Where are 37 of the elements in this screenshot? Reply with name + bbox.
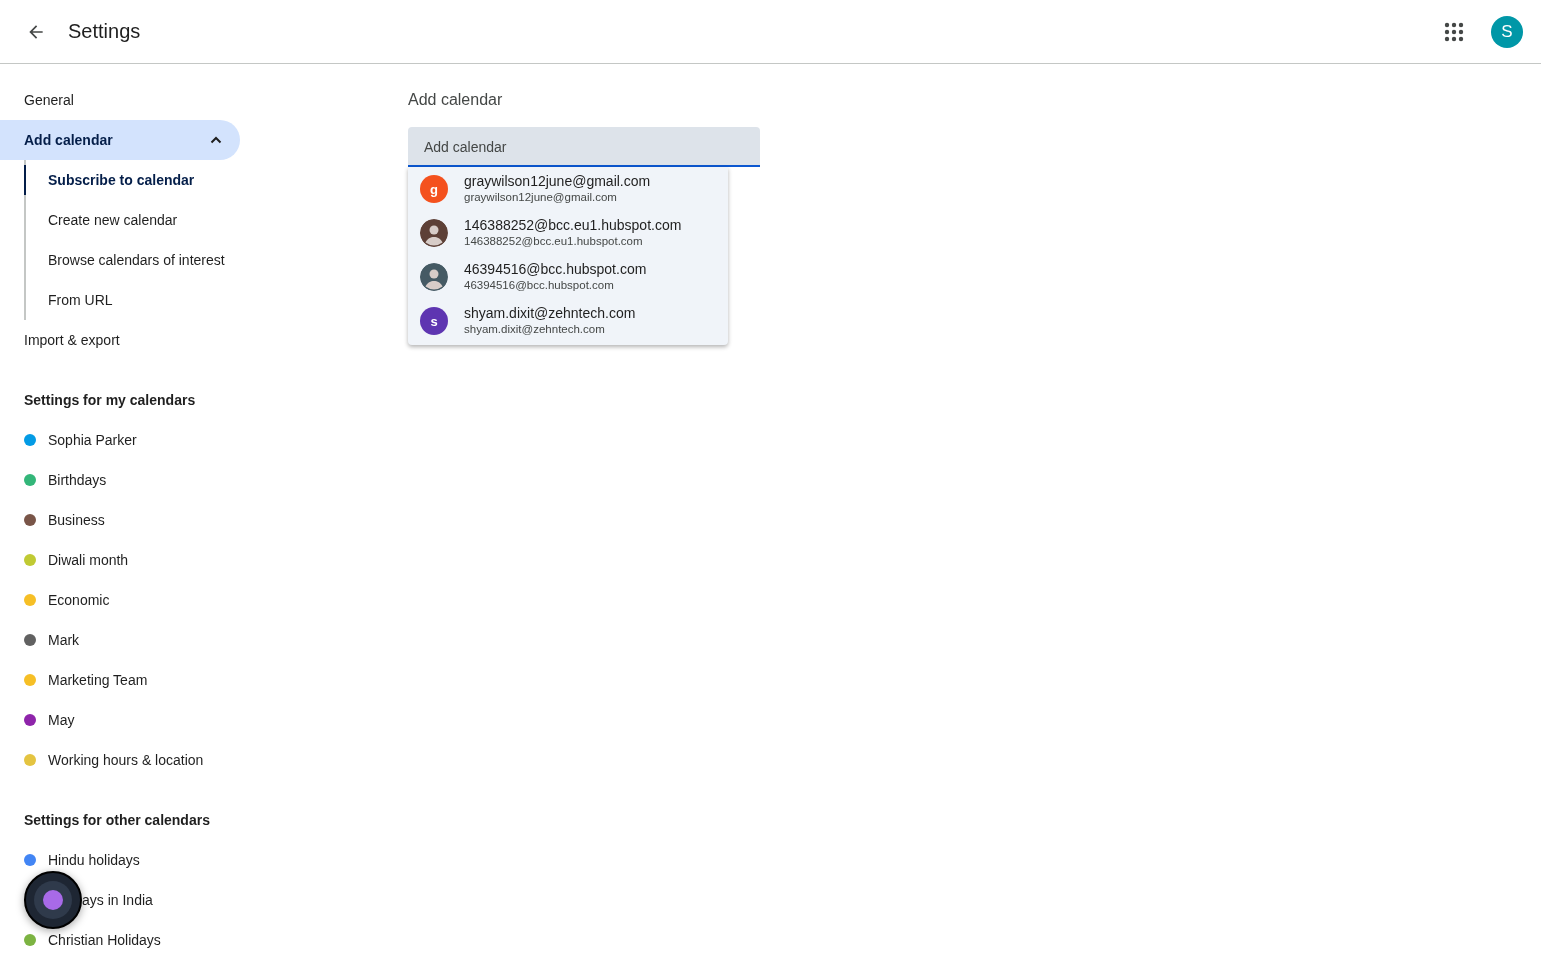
apps-grid-icon[interactable] <box>1443 20 1465 43</box>
letter-avatar: g <box>420 175 448 203</box>
sidebar-item[interactable]: Add calendar <box>0 120 240 160</box>
calendar-name[interactable]: Hindu holidays <box>48 852 140 868</box>
suggestion-email: graywilson12june@gmail.com <box>464 190 618 205</box>
calendar-name[interactable]: ays in India <box>82 892 153 908</box>
suggestion-email: 46394516@bcc.hubspot.com <box>464 278 615 293</box>
calendar-name[interactable]: Economic <box>48 592 110 608</box>
suggestion-name[interactable]: 46394516@bcc.hubspot.com <box>464 261 647 278</box>
section-title: Add calendar <box>408 90 504 110</box>
letter-avatar: s <box>420 307 448 335</box>
section-heading: Settings for other calendars <box>23 811 211 830</box>
calendar-name[interactable]: Birthdays <box>48 472 107 488</box>
calendar-name[interactable]: May <box>48 712 75 728</box>
sidebar-item[interactable]: Import & export <box>0 320 240 360</box>
section-heading: Settings for my calendars <box>23 391 197 410</box>
calendar-name[interactable]: Marketing Team <box>48 672 148 688</box>
sidebar-subitem[interactable]: Subscribe to calendar <box>24 165 195 195</box>
sidebar-subitem[interactable]: Create new calendar <box>24 205 178 235</box>
suggestion-email: 146388252@bcc.eu1.hubspot.com <box>464 234 644 249</box>
account-avatar[interactable]: S <box>1491 15 1523 48</box>
sidebar-item[interactable]: General <box>0 80 240 120</box>
add-calendar-field[interactable]: Add calendar <box>408 127 760 167</box>
calendar-name[interactable]: Christian Holidays <box>48 932 161 948</box>
sidebar-subitem[interactable]: Browse calendars of interest <box>24 245 225 275</box>
suggestion-name[interactable]: shyam.dixit@zehntech.com <box>464 305 636 322</box>
suggestion-name[interactable]: graywilson12june@gmail.com <box>464 173 651 190</box>
page-title: Settings <box>68 20 141 43</box>
calendar-name[interactable]: Diwali month <box>48 552 129 568</box>
calendar-name[interactable]: Sophia Parker <box>48 432 137 448</box>
suggestion-email: shyam.dixit@zehntech.com <box>464 322 606 337</box>
sidebar-subitem[interactable]: From URL <box>24 285 113 315</box>
floating-record-button[interactable] <box>24 871 82 929</box>
suggestion-name[interactable]: 146388252@bcc.eu1.hubspot.com <box>464 217 682 234</box>
calendar-name[interactable]: Mark <box>48 632 80 648</box>
calendar-name[interactable]: Working hours & location <box>48 752 204 768</box>
calendar-name[interactable]: Business <box>48 512 105 528</box>
